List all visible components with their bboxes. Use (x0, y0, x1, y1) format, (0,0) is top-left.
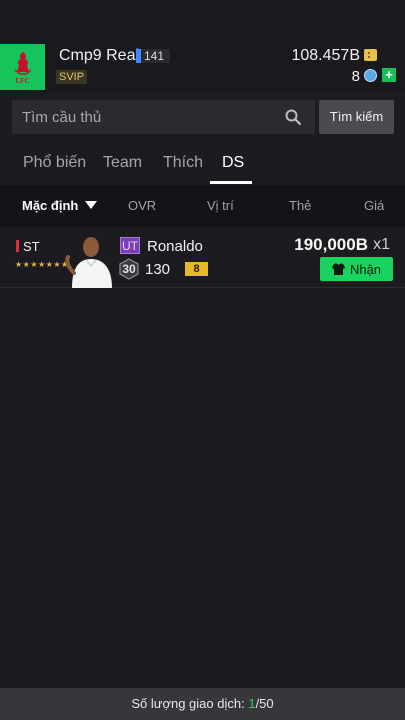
tab-list[interactable]: DS (222, 154, 244, 172)
column-header: Mặc định OVR Vị trí Thẻ Giá (0, 185, 405, 227)
club-crest-icon (14, 51, 31, 75)
add-currency-button[interactable]: + (382, 68, 396, 82)
player-stars: ★★★★★★★ (15, 260, 69, 269)
season-badge: UT (120, 237, 140, 254)
bp-amount: 108.457B (291, 47, 360, 64)
claim-button[interactable]: Nhận (320, 257, 393, 281)
top-header: LFC Cmp9 Real 141 SVIP 108.457B 8 + (0, 0, 405, 92)
vip-badge: SVIP (56, 70, 88, 84)
tab-favorite[interactable]: Thích (163, 154, 203, 172)
player-price: 190,000B (294, 235, 368, 254)
column-ovr[interactable]: OVR (128, 198, 156, 213)
search-icon[interactable] (285, 109, 301, 125)
club-badge-text: LFC (15, 76, 30, 85)
player-quantity: x1 (373, 236, 390, 253)
column-position[interactable]: Vị trí (207, 198, 234, 213)
player-name: Ronaldo (147, 238, 203, 255)
claim-button-label: Nhận (349, 261, 382, 277)
upgrade-level-badge: 8 (185, 262, 208, 276)
column-card[interactable]: Thẻ (289, 198, 311, 213)
transaction-used: 1 (248, 696, 256, 711)
search-button[interactable]: Tìm kiếm (319, 100, 394, 134)
player-position: ST (23, 239, 40, 254)
transaction-counter: Số lượng giao dịch: 1/50 (0, 688, 405, 720)
username: Cmp9 Real (59, 47, 140, 64)
ovr-badge-number: 30 (122, 262, 136, 276)
sort-dropdown[interactable]: Mặc định (22, 198, 78, 213)
tab-bar: Phổ biến Team Thích DS (0, 148, 405, 185)
ticket-icon (364, 49, 377, 61)
level-number: 141 (141, 49, 171, 63)
player-row[interactable]: ST ★★★★★★★ UT Ronaldo 30 130 8 190,000B … (0, 227, 405, 288)
search-input[interactable] (22, 100, 272, 134)
fc-amount: 8 (351, 68, 360, 85)
player-photo (65, 237, 112, 288)
level-chip: 141 (136, 49, 171, 63)
tab-team[interactable]: Team (103, 154, 142, 172)
sort-caret-icon[interactable] (85, 201, 97, 209)
shirt-icon (331, 263, 345, 275)
position-color-bar (16, 240, 19, 252)
column-price[interactable]: Giá (364, 198, 384, 213)
active-tab-indicator (210, 181, 252, 184)
transaction-total: /50 (255, 696, 274, 711)
tab-popular[interactable]: Phổ biến (23, 154, 86, 172)
player-ovr: 130 (145, 261, 171, 278)
search-box[interactable] (12, 100, 315, 134)
fc-coin-icon (364, 69, 377, 82)
transaction-label: Số lượng giao dịch: (131, 696, 249, 711)
club-badge[interactable]: LFC (0, 44, 45, 90)
